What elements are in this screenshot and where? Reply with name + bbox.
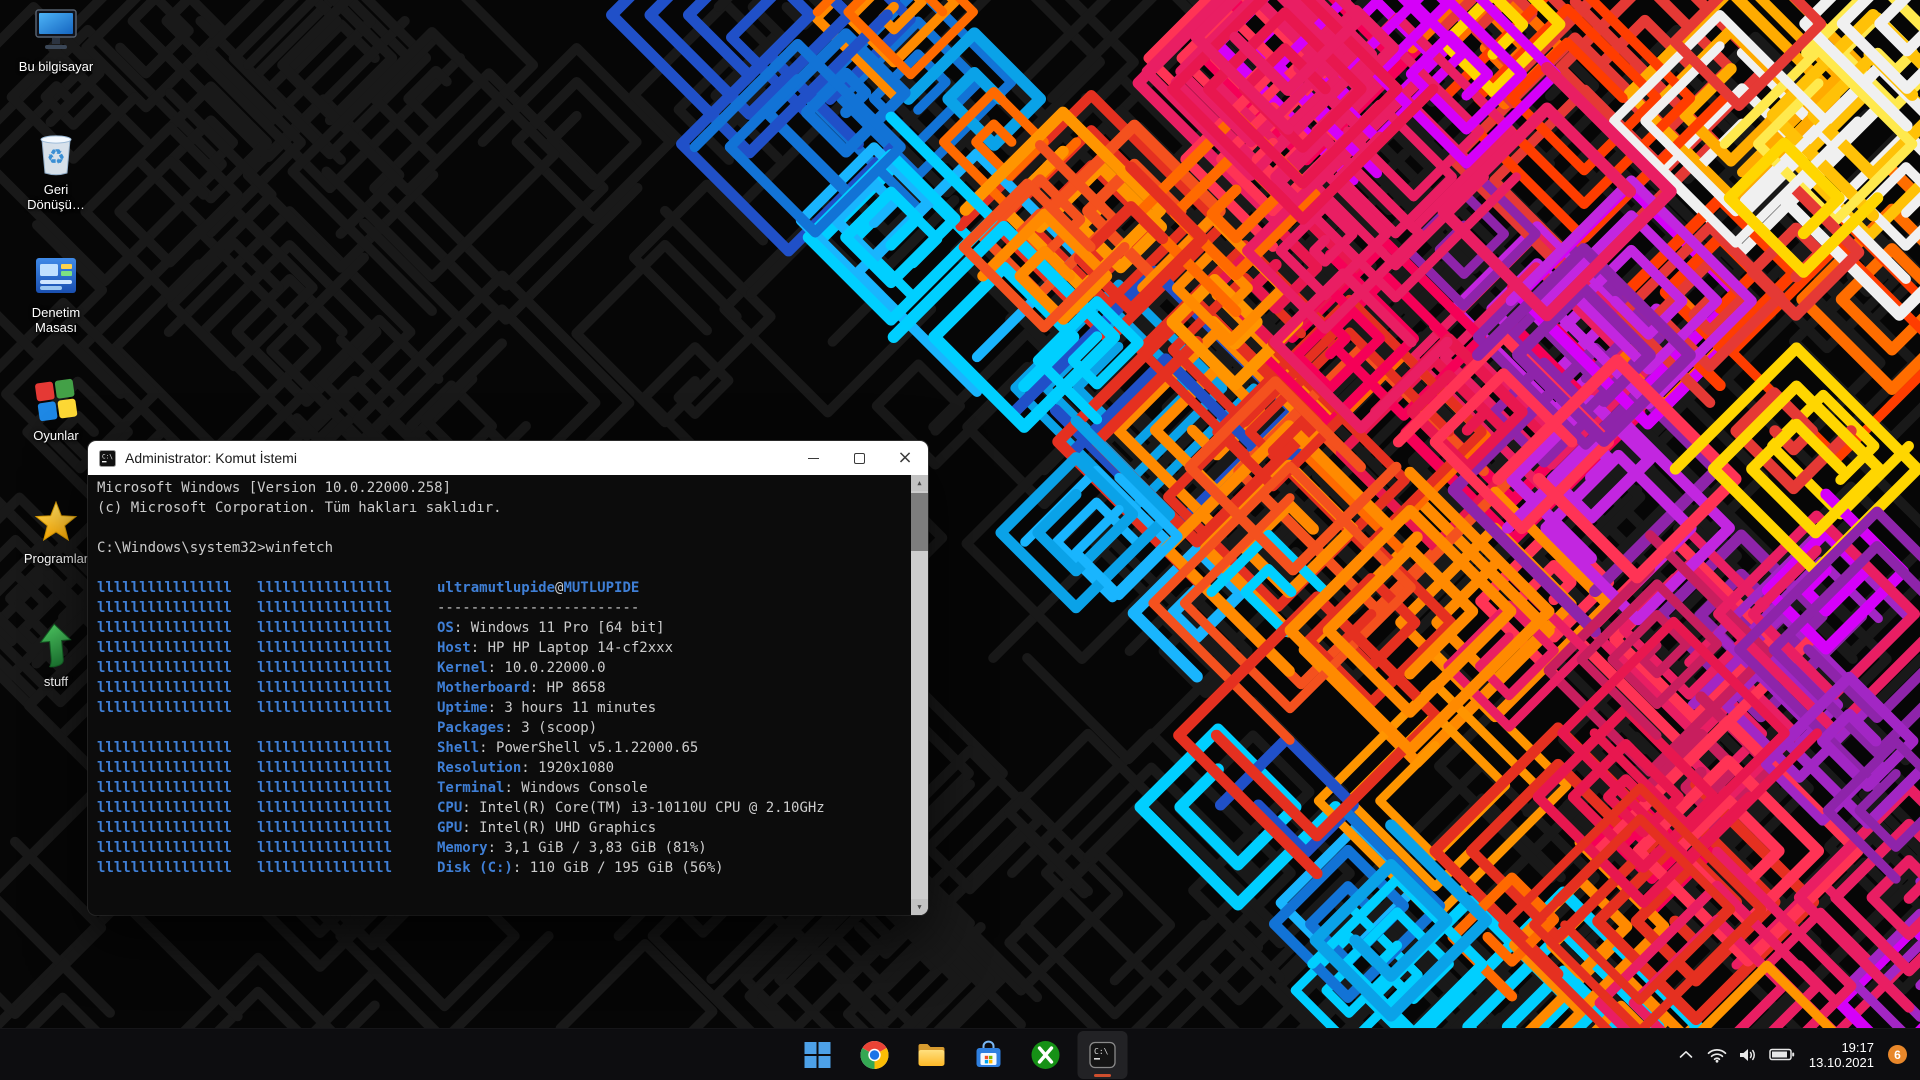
minimize-button[interactable] <box>790 441 836 475</box>
winfetch-entry: llllllllllllllll llllllllllllllllOS: Win… <box>97 618 908 638</box>
terminal-scrollbar[interactable]: ▲ ▼ <box>911 475 928 915</box>
scrollbar-up-icon[interactable]: ▲ <box>911 475 928 491</box>
taskbar: C:\ <box>0 1028 1920 1080</box>
games-icon <box>32 375 80 423</box>
scrollbar-down-icon[interactable]: ▼ <box>911 899 928 915</box>
start-button[interactable] <box>793 1031 843 1079</box>
window-title: Administrator: Komut İstemi <box>125 450 297 466</box>
close-icon: × <box>897 449 912 467</box>
terminal-body[interactable]: Microsoft Windows [Version 10.0.22000.25… <box>88 475 928 915</box>
winfetch-entry: llllllllllllllll llllllllllllllllGPU: In… <box>97 818 908 838</box>
terminal-blank-line <box>97 558 908 578</box>
system-tray: 19:17 13.10.2021 6 <box>1679 1029 1920 1080</box>
winfetch-entry: llllllllllllllll llllllllllllllllMotherb… <box>97 678 908 698</box>
terminal-blank-line <box>97 518 908 538</box>
desktop-icon-label: stuff <box>44 674 68 689</box>
active-app-indicator <box>1094 1074 1111 1077</box>
clock-date: 13.10.2021 <box>1809 1055 1874 1070</box>
window-controls: × <box>790 441 928 475</box>
close-button[interactable]: × <box>882 441 928 475</box>
desktop: Bu bilgisayar ♻ Geri Dönüşü… <box>0 0 1920 1080</box>
taskbar-item-terminal[interactable]: C:\ <box>1078 1031 1128 1079</box>
windows-logo-icon <box>805 1042 831 1068</box>
winfetch-entry: llllllllllllllll llllllllllllllllResolut… <box>97 758 908 778</box>
taskbar-item-file-explorer[interactable] <box>907 1031 957 1079</box>
desktop-icon-label: Geri Dönüşü… <box>27 182 85 212</box>
winfetch-entry: llllllllllllllll llllllllllllllllShell: … <box>97 738 908 758</box>
scrollbar-thumb[interactable] <box>911 493 928 551</box>
desktop-icon-control-panel[interactable]: Denetim Masası <box>8 252 104 364</box>
wifi-icon <box>1707 1047 1727 1063</box>
desktop-icon-label: Bu bilgisayar <box>19 59 93 74</box>
winfetch-entry: llllllllllllllll llllllllllllllllUptime:… <box>97 698 908 718</box>
cmd-icon-text: C:\ <box>1094 1047 1109 1056</box>
taskbar-item-store[interactable] <box>964 1031 1014 1079</box>
winfetch-entry: llllllllllllllll llllllllllllllllHost: H… <box>97 638 908 658</box>
tray-status-cluster[interactable] <box>1707 1047 1795 1063</box>
window-titlebar[interactable]: C:\ Administrator: Komut İstemi × <box>88 441 928 475</box>
winfetch-entry: llllllllllllllll llllllllllllllllKernel:… <box>97 658 908 678</box>
minimize-icon <box>808 458 819 459</box>
taskbar-clock[interactable]: 19:17 13.10.2021 <box>1809 1040 1874 1070</box>
desktop-icon-recycle-bin[interactable]: ♻ Geri Dönüşü… <box>8 129 104 241</box>
cmd-window-icon: C:\ <box>99 450 116 467</box>
control-panel-icon <box>32 252 80 300</box>
this-pc-icon <box>32 6 80 54</box>
file-explorer-icon <box>917 1042 947 1068</box>
volume-icon <box>1739 1048 1757 1062</box>
recycle-bin-icon: ♻ <box>32 129 80 177</box>
terminal-blank-line <box>97 878 908 898</box>
xbox-icon <box>1031 1040 1061 1070</box>
maximize-button[interactable] <box>836 441 882 475</box>
winfetch-entry: llllllllllllllll llllllllllllllllPackage… <box>97 718 908 738</box>
tray-chevron-up-icon[interactable] <box>1679 1050 1693 1059</box>
notification-badge[interactable]: 6 <box>1888 1045 1907 1064</box>
taskbar-item-chrome[interactable] <box>850 1031 900 1079</box>
maximize-icon <box>854 453 865 464</box>
desktop-icon-label: Denetim Masası <box>32 305 80 335</box>
command-prompt-icon: C:\ <box>1089 1041 1117 1069</box>
taskbar-item-xbox[interactable] <box>1021 1031 1071 1079</box>
programs-star-icon <box>32 498 80 546</box>
winfetch-entry: llllllllllllllll llllllllllllllllMemory:… <box>97 838 908 858</box>
terminal-output: Microsoft Windows [Version 10.0.22000.25… <box>97 478 908 915</box>
winfetch-user-host: llllllllllllllll llllllllllllllllultramu… <box>97 578 908 598</box>
clock-time: 19:17 <box>1841 1040 1874 1055</box>
taskbar-center-icons: C:\ <box>793 1029 1128 1080</box>
winfetch-entry: llllllllllllllll llllllllllllllllTermina… <box>97 778 908 798</box>
chrome-icon <box>860 1040 890 1070</box>
winfetch-entry: llllllllllllllll llllllllllllllllCPU: In… <box>97 798 908 818</box>
battery-icon <box>1769 1048 1795 1061</box>
terminal-output-line: Microsoft Windows [Version 10.0.22000.25… <box>97 478 908 498</box>
microsoft-store-icon <box>975 1040 1003 1070</box>
desktop-icon-this-pc[interactable]: Bu bilgisayar <box>8 6 104 118</box>
desktop-icon-label: Programlar <box>24 551 88 566</box>
winfetch-entry: llllllllllllllll llllllllllllllllDisk (C… <box>97 858 908 878</box>
desktop-icon-label: Oyunlar <box>33 428 79 443</box>
terminal-prompt-line: C:\Windows\system32>winfetch <box>97 538 908 558</box>
cmd-icon-text: C:\ <box>102 453 113 460</box>
green-arrow-icon <box>32 621 80 669</box>
winfetch-separator: llllllllllllllll llllllllllllllll-------… <box>97 598 908 618</box>
terminal-output-line: (c) Microsoft Corporation. Tüm hakları s… <box>97 498 908 518</box>
recycle-symbol: ♻ <box>47 146 66 169</box>
terminal-window: C:\ Administrator: Komut İstemi × Micros… <box>88 441 928 915</box>
